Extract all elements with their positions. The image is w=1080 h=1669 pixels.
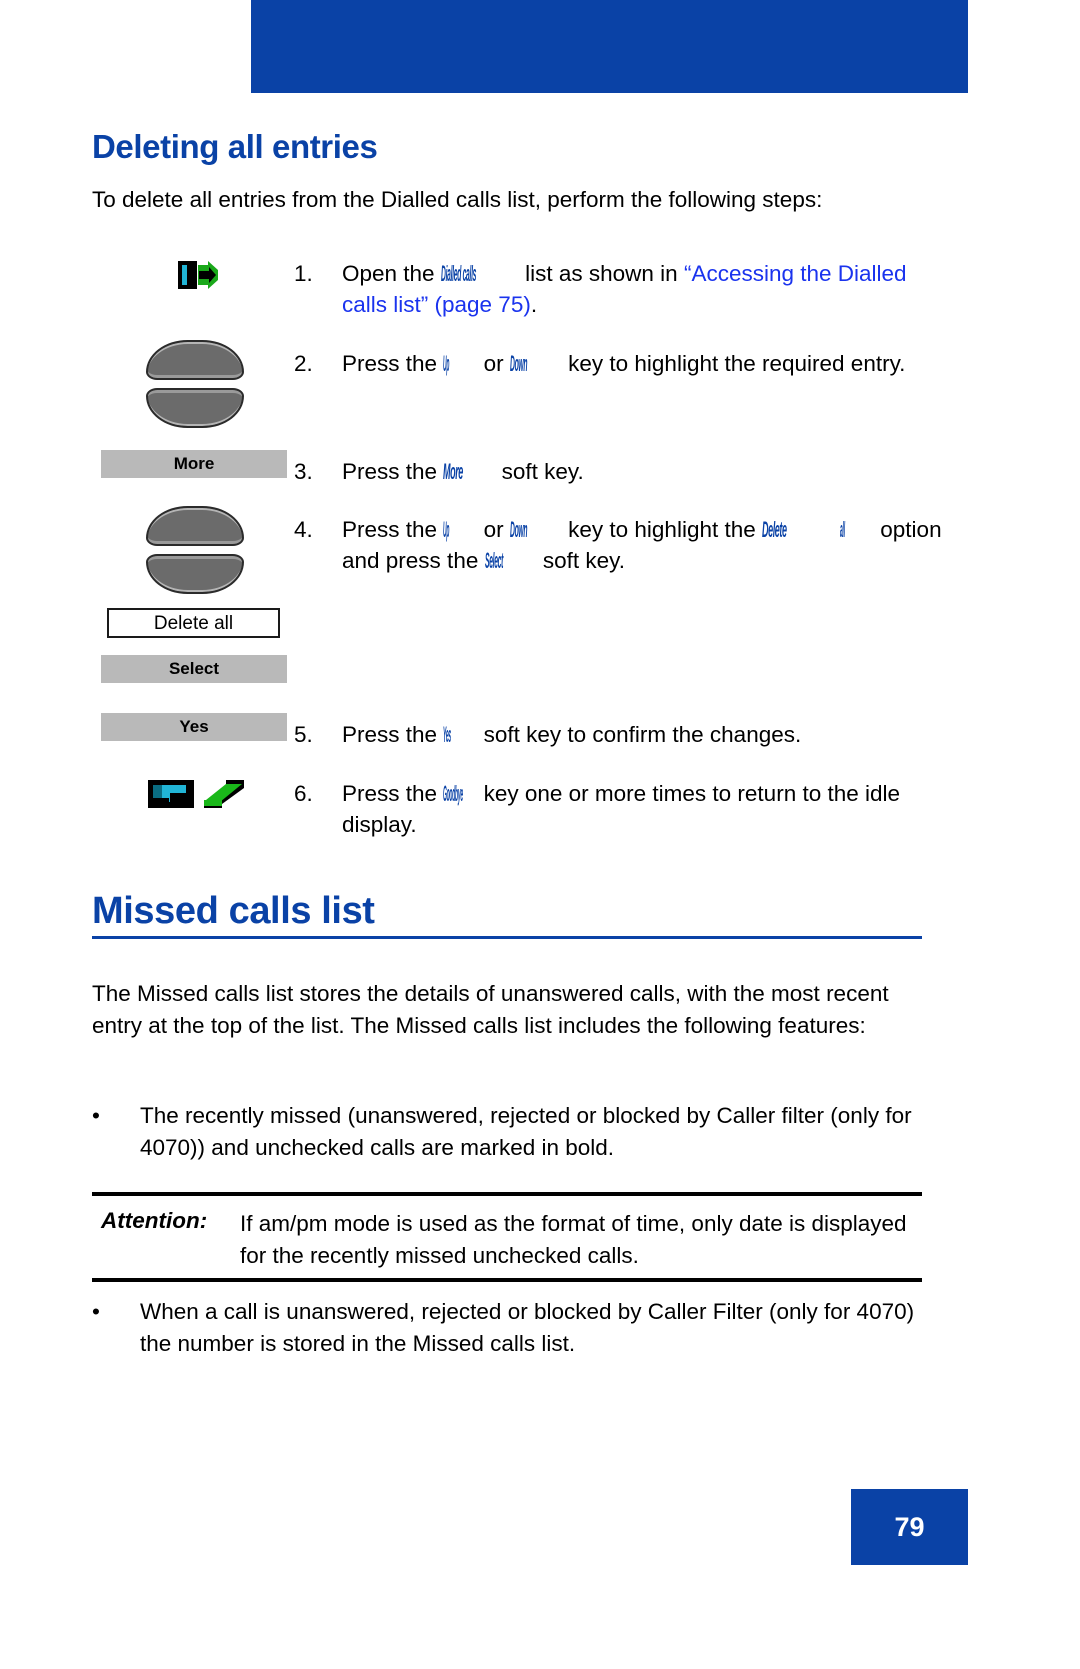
step-4-key-delete: Delete <box>762 517 787 542</box>
attention-label: Attention: <box>101 1208 208 1233</box>
footer-page-number: 79 <box>894 1512 925 1542</box>
step-3-key-slot: More <box>443 456 495 487</box>
step-4-key-all: all <box>840 517 845 542</box>
step-4-key-slot-up: Up <box>443 514 477 545</box>
step-1-key-slot: Dialled calls <box>441 258 519 289</box>
step-1-tail: . <box>530 292 538 317</box>
step-4-mid: or <box>483 517 504 542</box>
section-heading-missed-calls-list: Missed calls list <box>92 890 375 932</box>
step-1: 1. Open the Dialled calls list as shown … <box>294 258 934 320</box>
goodbye-key-icon <box>148 778 246 810</box>
step-3-pre: Press the <box>342 459 438 484</box>
page-header-title: Calls list <box>953 1626 1054 1654</box>
step-5-key-yes: Yes <box>443 722 452 747</box>
step-4-key-up: Up <box>443 517 450 542</box>
option-box-delete-all[interactable]: Delete all <box>107 608 280 638</box>
step-5-number: 5. <box>294 722 313 747</box>
nav-key-up-arc <box>146 340 244 380</box>
step-5-pre: Press the <box>342 722 438 747</box>
step-4-pre: Press the <box>342 517 438 542</box>
missed-heading-rule <box>92 936 922 939</box>
navigation-up-down-key-icon-2 <box>146 506 244 594</box>
step-4-key-slot-all: all <box>840 514 874 545</box>
step-3-post: soft key. <box>501 459 584 484</box>
nav-key-down-arc-2 <box>146 554 244 594</box>
step-5-key-slot: Yes <box>443 719 477 750</box>
step-4-key-slot-down: Down <box>510 514 562 545</box>
step-3: 3. Press the More soft key. <box>294 456 934 487</box>
step-4-key-slot-select: Select <box>485 545 537 576</box>
missed-bullet-2: • When a call is unanswered, rejected or… <box>92 1296 932 1359</box>
step-6-pre: Press the <box>342 781 438 806</box>
section-heading-deleting-all-entries: Deleting all entries <box>92 128 378 165</box>
attention-rule-bottom <box>92 1278 922 1282</box>
step-4: 4. Press the Up or Down key to highlight… <box>294 514 942 576</box>
step-6: 6. Press the Goodbye key one or more tim… <box>294 778 934 840</box>
softkey-yes[interactable]: Yes <box>101 713 287 741</box>
softkey-more[interactable]: More <box>101 450 287 478</box>
missed-bullet-1: • The recently missed (unanswered, rejec… <box>92 1100 932 1163</box>
step-1-pre: Open the <box>342 261 435 286</box>
step-2-text: Press the Up or Down key to highlight th… <box>342 348 934 379</box>
step-5-post: soft key to confirm the changes. <box>483 722 802 747</box>
step-2-pre: Press the <box>342 351 438 376</box>
step-5-text: Press the Yes soft key to confirm the ch… <box>342 719 934 750</box>
step-4-key-slot-delete: Delete <box>762 514 840 545</box>
nav-key-up-arc-2 <box>146 506 244 546</box>
step-2-number: 2. <box>294 351 313 376</box>
step-5: 5. Press the Yes soft key to confirm the… <box>294 719 934 750</box>
step-1-number: 1. <box>294 261 313 286</box>
step-1-key-dialled-calls: Dialled calls <box>440 261 476 286</box>
missed-bullet-2-text: When a call is unanswered, rejected or b… <box>140 1299 915 1356</box>
dialled-calls-key-icon <box>178 261 218 289</box>
attention-rule-top <box>92 1192 922 1196</box>
step-3-number: 3. <box>294 459 313 484</box>
step-3-key-more: More <box>443 459 464 484</box>
step-2: 2. Press the Up or Down key to highlight… <box>294 348 934 379</box>
step-6-text: Press the Goodbye key one or more times … <box>342 778 934 840</box>
step-2-post: key to highlight the required entry. <box>568 351 906 376</box>
missed-intro-paragraph: The Missed calls list stores the details… <box>92 981 889 1038</box>
step-1-text: Open the Dialled calls list as shown in … <box>342 258 934 320</box>
attention-text: If am/pm mode is used as the format of t… <box>240 1211 907 1268</box>
step-2-key-down: Down <box>509 351 528 376</box>
step-1-post: list as shown in <box>525 261 678 286</box>
page-header-bar <box>251 0 968 93</box>
step-4-post: key to highlight the <box>568 517 756 542</box>
step-6-key-goodbye: Goodbye <box>443 781 464 806</box>
missed-bullet-1-text: The recently missed (unanswered, rejecte… <box>140 1103 912 1160</box>
step-2-key-slot-down: Down <box>510 348 562 379</box>
softkey-select[interactable]: Select <box>101 655 287 683</box>
step-4-text: Press the Up or Down key to highlight th… <box>342 514 942 576</box>
step-4-key-down: Down <box>509 517 528 542</box>
step-2-key-slot-up: Up <box>443 348 477 379</box>
step-6-key-slot: Goodbye <box>443 778 477 809</box>
step-2-mid: or <box>483 351 504 376</box>
step-3-text: Press the More soft key. <box>342 456 934 487</box>
navigation-up-down-key-icon <box>146 340 244 428</box>
bullet-dot-icon: • <box>92 1103 100 1128</box>
step-6-number: 6. <box>294 781 313 806</box>
nav-key-down-arc <box>146 388 244 428</box>
step-4-key-select: Select <box>484 548 503 573</box>
step-4-number: 4. <box>294 517 313 542</box>
step-4-post3: soft key. <box>542 548 625 573</box>
step-2-key-up: Up <box>443 351 450 376</box>
deleting-intro-text: To delete all entries from the Dialled c… <box>92 187 823 212</box>
bullet-dot-icon-2: • <box>92 1299 100 1324</box>
